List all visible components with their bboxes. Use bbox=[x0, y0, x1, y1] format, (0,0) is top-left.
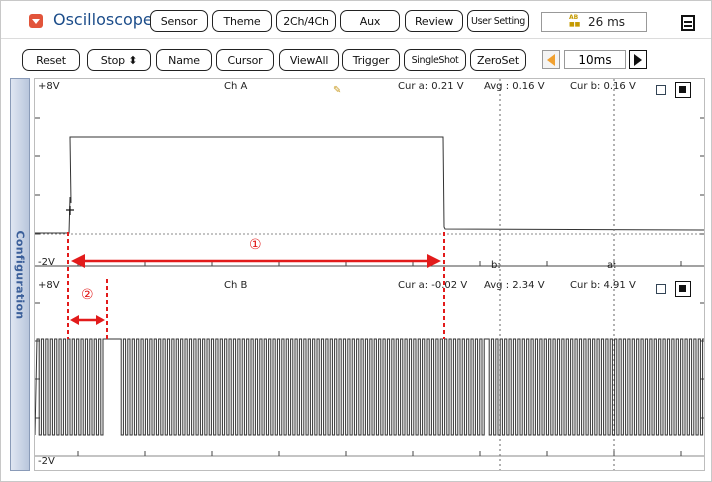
ch-a-average: Avg : 0.16 V bbox=[484, 81, 545, 92]
aux-button[interactable]: Aux bbox=[340, 10, 400, 32]
acquire-time-display: AB ■■ 26 ms bbox=[541, 12, 647, 32]
annotation-marker-1: ① bbox=[249, 237, 262, 253]
ch-b-max-label: +8V bbox=[38, 280, 60, 291]
cursor-b-label: b: bbox=[491, 260, 501, 271]
timebase-value: 10ms bbox=[564, 50, 626, 69]
name-button[interactable]: Name bbox=[156, 49, 212, 71]
ch-a-cursor-b: Cur b: 0.16 V bbox=[570, 81, 636, 92]
single-shot-button[interactable]: SingleShot bbox=[404, 49, 466, 71]
ch-b-color-toggle-icon[interactable] bbox=[675, 281, 691, 297]
ch-b-checkbox[interactable] bbox=[656, 284, 666, 294]
timebase-decrease-icon[interactable] bbox=[542, 50, 560, 69]
configuration-tab-label: Configuration bbox=[13, 230, 27, 319]
ch-a-max-label: +8V bbox=[38, 81, 60, 92]
scope-display[interactable]: +8V Ch A ✎ Cur a: 0.21 V Avg : 0.16 V Cu… bbox=[34, 78, 705, 471]
app-menu-icon[interactable] bbox=[29, 14, 43, 28]
ch-b-min-label: -2V bbox=[38, 456, 55, 467]
ch-b-average: Avg : 2.34 V bbox=[484, 280, 545, 291]
cursor-button[interactable]: Cursor bbox=[216, 49, 274, 71]
ch-a-cursor-a: Cur a: 0.21 V bbox=[398, 81, 464, 92]
reset-button[interactable]: Reset bbox=[22, 49, 80, 71]
ch-b-cursor-b: Cur b: 4.91 V bbox=[570, 280, 636, 291]
ch-b-cursor-a: Cur a: -0.02 V bbox=[398, 280, 468, 291]
ch-a-checkbox[interactable] bbox=[656, 85, 666, 95]
stop-button[interactable]: Stop ⬍ bbox=[87, 49, 151, 71]
zero-set-button[interactable]: ZeroSet bbox=[470, 49, 526, 71]
ch-b-name: Ch B bbox=[224, 280, 248, 291]
hamburger-menu-icon[interactable] bbox=[681, 15, 695, 31]
app-title: Oscilloscope bbox=[53, 10, 153, 29]
ch-a-name: Ch A bbox=[224, 81, 248, 92]
cursor-a-label: a: bbox=[607, 260, 617, 271]
configuration-tab[interactable]: Configuration bbox=[10, 78, 30, 471]
acquire-time-value: 26 ms bbox=[588, 15, 626, 29]
annotation-marker-2: ② bbox=[81, 287, 94, 303]
timebase-increase-icon[interactable] bbox=[629, 50, 647, 69]
acquire-time-icon: AB ■■ bbox=[569, 14, 581, 28]
oscilloscope-window: Oscilloscope Sensor Theme 2Ch/4Ch Aux Re… bbox=[0, 0, 712, 482]
marker-pencil-icon[interactable]: ✎ bbox=[333, 85, 341, 96]
review-button[interactable]: Review bbox=[405, 10, 463, 32]
theme-button[interactable]: Theme bbox=[212, 10, 272, 32]
ch-a-color-toggle-icon[interactable] bbox=[675, 82, 691, 98]
user-setting-button[interactable]: User Setting bbox=[467, 10, 529, 32]
sensor-button[interactable]: Sensor bbox=[150, 10, 208, 32]
scope-graphics bbox=[35, 79, 704, 470]
toolbar-divider bbox=[1, 38, 711, 39]
ch-a-min-label: -2V bbox=[38, 257, 55, 268]
channel-mode-button[interactable]: 2Ch/4Ch bbox=[276, 10, 336, 32]
view-all-button[interactable]: ViewAll bbox=[279, 49, 339, 71]
trigger-button[interactable]: Trigger bbox=[342, 49, 400, 71]
